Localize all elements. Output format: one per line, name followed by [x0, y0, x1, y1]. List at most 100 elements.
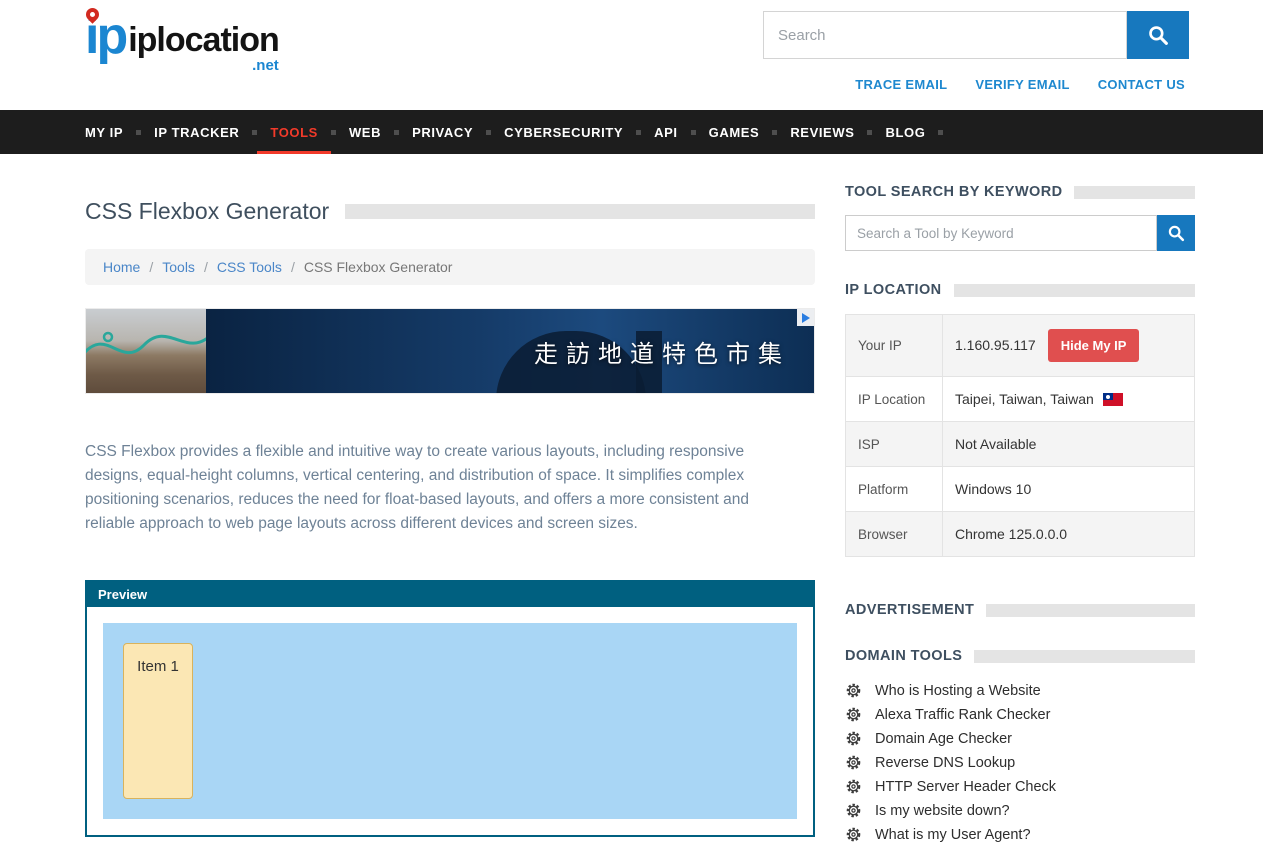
row-label: Browser: [846, 512, 943, 557]
gear-icon: [845, 826, 862, 843]
location-pin-icon: [83, 5, 101, 23]
nav-separator: [938, 130, 943, 135]
ip-location-heading: IP LOCATION: [845, 282, 942, 298]
logo-name-text: iplocation: [128, 23, 279, 57]
breadcrumb-home[interactable]: Home: [103, 259, 140, 275]
table-row-isp: ISP Not Available: [846, 422, 1195, 467]
domain-tool-link-domain-age[interactable]: Domain Age Checker: [875, 731, 1012, 747]
header-links: TRACE EMAIL VERIFY EMAIL CONTACT US: [855, 77, 1185, 92]
preview-title: Preview: [98, 587, 147, 602]
logo-ip-mark: ip: [85, 10, 125, 62]
sidebar: TOOL SEARCH BY KEYWORD IP LOCATION Your …: [845, 184, 1195, 850]
domain-tool-link-website-down[interactable]: Is my website down?: [875, 803, 1010, 819]
title-decoration-bar: [345, 204, 815, 219]
ip-location-heading-row: IP LOCATION: [845, 282, 1195, 298]
ad-image-main: 走訪地道特色市集: [206, 309, 814, 393]
main-nav: MY IP IP TRACKER TOOLS WEB PRIVACY CYBER…: [0, 110, 1263, 154]
table-row-browser: Browser Chrome 125.0.0.0: [846, 512, 1195, 557]
tool-search-heading-row: TOOL SEARCH BY KEYWORD: [845, 184, 1195, 200]
domain-tool-link-http-header[interactable]: HTTP Server Header Check: [875, 779, 1056, 795]
ad-headline: 走訪地道特色市集: [534, 334, 790, 369]
tool-search-heading: TOOL SEARCH BY KEYWORD: [845, 184, 1062, 200]
header-search: [763, 11, 1189, 59]
tool-search: [845, 215, 1195, 251]
ad-chart-line-graphic: [86, 315, 206, 375]
list-item: HTTP Server Header Check: [845, 778, 1195, 795]
breadcrumb-separator: /: [204, 259, 208, 275]
gear-icon: [845, 754, 862, 771]
domain-tool-link-reverse-dns[interactable]: Reverse DNS Lookup: [875, 755, 1015, 771]
logo-text: iplocation .net: [128, 23, 279, 75]
domain-tool-link-user-agent[interactable]: What is my User Agent?: [875, 827, 1031, 843]
trace-email-link[interactable]: TRACE EMAIL: [855, 77, 947, 92]
nav-item-reviews[interactable]: REVIEWS: [777, 110, 867, 154]
search-icon: [1147, 24, 1169, 46]
nav-item-cybersecurity[interactable]: CYBERSECURITY: [491, 110, 636, 154]
domain-tool-link-hosting[interactable]: Who is Hosting a Website: [875, 683, 1041, 699]
nav-item-api[interactable]: API: [641, 110, 690, 154]
row-value: 1.160.95.117Hide My IP: [943, 315, 1195, 377]
row-label: Your IP: [846, 315, 943, 377]
nav-item-web[interactable]: WEB: [336, 110, 394, 154]
advertisement-heading: ADVERTISEMENT: [845, 602, 974, 618]
taiwan-flag-icon: [1103, 393, 1123, 406]
domain-tool-link-alexa-rank[interactable]: Alexa Traffic Rank Checker: [875, 707, 1050, 723]
browser-value: Chrome 125.0.0.0: [943, 512, 1195, 557]
contact-us-link[interactable]: CONTACT US: [1098, 77, 1185, 92]
verify-email-link[interactable]: VERIFY EMAIL: [975, 77, 1069, 92]
nav-item-ip-tracker[interactable]: IP TRACKER: [141, 110, 252, 154]
heading-decoration-bar: [974, 650, 1195, 663]
row-label: IP Location: [846, 377, 943, 422]
hide-my-ip-button[interactable]: Hide My IP: [1048, 329, 1140, 362]
breadcrumb-css-tools[interactable]: CSS Tools: [217, 259, 282, 275]
search-icon: [1167, 224, 1185, 242]
flexbox-preview-item: Item 1: [123, 643, 193, 799]
domain-tools-section: DOMAIN TOOLS Who is Hosting a Website: [845, 648, 1195, 843]
nav-item-games[interactable]: GAMES: [696, 110, 773, 154]
gear-icon: [845, 706, 862, 723]
ad-choices-icon[interactable]: [797, 309, 814, 326]
flexbox-preview-container: Item 1: [103, 623, 797, 819]
nav-item-blog[interactable]: BLOG: [872, 110, 938, 154]
breadcrumb-separator: /: [149, 259, 153, 275]
page-header: ip iplocation .net TRACE EMAIL VERIFY EM…: [0, 0, 1263, 110]
logo-tld-text: .net: [252, 57, 279, 75]
list-item: What is my User Agent?: [845, 826, 1195, 843]
nav-item-privacy[interactable]: PRIVACY: [399, 110, 486, 154]
preview-panel: Preview Item 1: [85, 580, 815, 837]
tool-search-input[interactable]: [845, 215, 1157, 251]
header-search-input[interactable]: [763, 11, 1127, 59]
preview-body: Item 1: [87, 607, 813, 835]
heading-decoration-bar: [1074, 186, 1195, 199]
ad-image-left: [86, 309, 206, 393]
tool-search-button[interactable]: [1157, 215, 1195, 251]
nav-item-tools[interactable]: TOOLS: [257, 110, 331, 154]
domain-tools-list: Who is Hosting a Website Alexa Traffic R…: [845, 682, 1195, 843]
gear-icon: [845, 778, 862, 795]
breadcrumb-current: CSS Flexbox Generator: [304, 259, 453, 275]
content-area: CSS Flexbox Generator Home / Tools / CSS…: [0, 154, 1263, 850]
header-search-button[interactable]: [1127, 11, 1189, 59]
nav-item-my-ip[interactable]: MY IP: [72, 110, 136, 154]
flex-item-label: Item 1: [137, 658, 179, 675]
table-row-ip-location: IP Location Taipei, Taiwan, Taiwan: [846, 377, 1195, 422]
domain-tools-heading-row: DOMAIN TOOLS: [845, 648, 1195, 664]
breadcrumb-tools[interactable]: Tools: [162, 259, 195, 275]
heading-decoration-bar: [954, 284, 1195, 297]
advertisement-heading-row: ADVERTISEMENT: [845, 602, 1195, 618]
row-value: Taipei, Taiwan, Taiwan: [943, 377, 1195, 422]
gear-icon: [845, 802, 862, 819]
breadcrumb: Home / Tools / CSS Tools / CSS Flexbox G…: [85, 249, 815, 285]
preview-header: Preview: [87, 582, 813, 607]
domain-tools-heading: DOMAIN TOOLS: [845, 648, 962, 664]
heading-decoration-bar: [986, 604, 1195, 617]
ip-location-value: Taipei, Taiwan, Taiwan: [955, 391, 1094, 407]
ip-location-section: IP LOCATION Your IP 1.160.95.117Hide My …: [845, 282, 1195, 557]
page-title: CSS Flexbox Generator: [85, 198, 329, 225]
site-logo[interactable]: ip iplocation .net: [85, 10, 279, 75]
list-item: Who is Hosting a Website: [845, 682, 1195, 699]
ad-banner[interactable]: 走訪地道特色市集: [85, 308, 815, 394]
list-item: Alexa Traffic Rank Checker: [845, 706, 1195, 723]
list-item: Is my website down?: [845, 802, 1195, 819]
table-row-your-ip: Your IP 1.160.95.117Hide My IP: [846, 315, 1195, 377]
